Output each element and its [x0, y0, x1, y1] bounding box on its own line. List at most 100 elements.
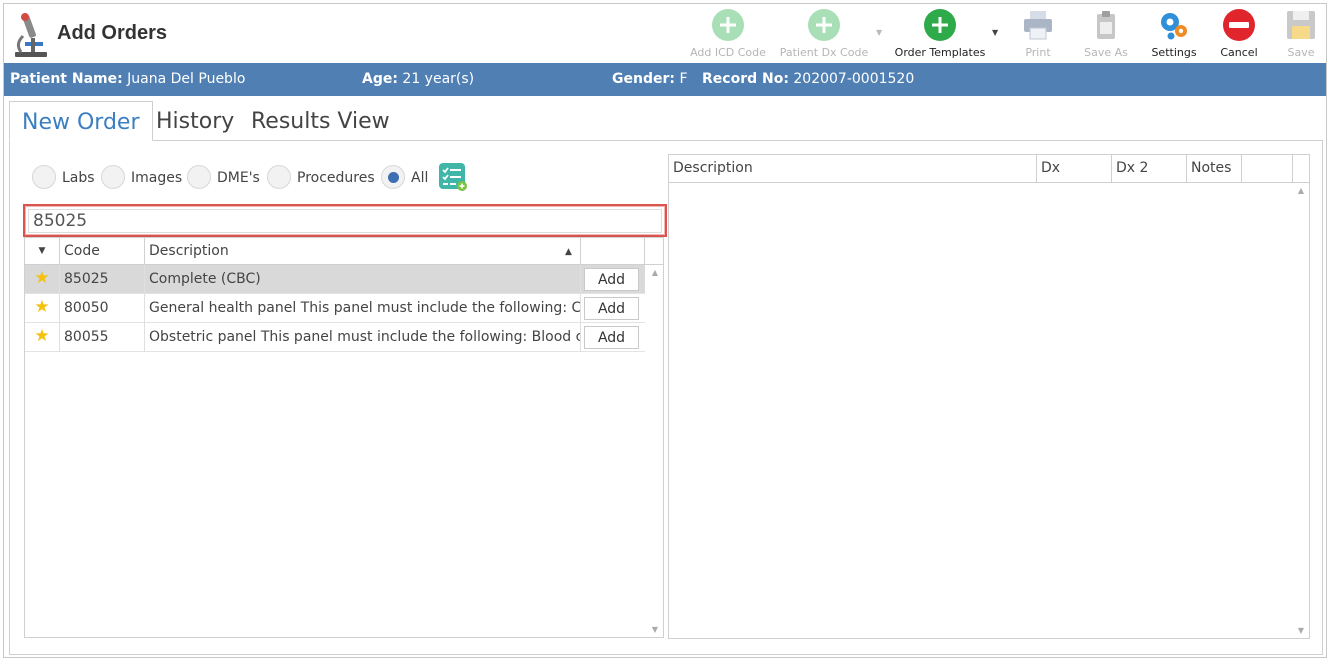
radio-images[interactable]: Images [101, 163, 183, 191]
radio-labs[interactable]: Labs [32, 163, 98, 191]
scroll-up-icon[interactable]: ▲ [1293, 186, 1309, 195]
search-input[interactable] [28, 209, 662, 233]
age-value: 21 year(s) [402, 71, 475, 87]
scroll-down-icon[interactable]: ▼ [1293, 626, 1309, 635]
toolbar: Add Orders Add ICD Code Patient Dx Code … [4, 4, 1326, 62]
vertical-scrollbar[interactable]: ▲ ▼ [1293, 183, 1309, 638]
row-action-cell: Add [581, 294, 645, 323]
column-header-description[interactable]: Description [669, 155, 1037, 183]
radio-dot [187, 165, 211, 189]
star-icon[interactable]: ★ [25, 323, 60, 352]
chevron-down-icon[interactable]: ▼ [992, 28, 998, 37]
patient-dx-code-button[interactable]: Patient Dx Code [779, 8, 869, 59]
radio-all[interactable]: All [381, 163, 441, 191]
column-header-notes[interactable]: Notes [1187, 155, 1242, 183]
row-description: General health panel This panel must inc… [145, 294, 581, 323]
column-header-dx2[interactable]: Dx 2 [1112, 155, 1187, 183]
microscope-icon [15, 13, 47, 57]
radio-dmes[interactable]: DME's [187, 163, 265, 191]
chevron-down-icon[interactable]: ▼ [25, 238, 60, 265]
star-icon[interactable]: ★ [25, 265, 60, 294]
row-description: Complete (CBC) [145, 265, 581, 294]
tab-results-view[interactable]: Results View [239, 101, 402, 141]
age-field: Age: 21 year(s) [362, 71, 474, 87]
clipboard-icon [1097, 11, 1115, 39]
patient-name-field: Patient Name: Juana Del Pueblo [10, 71, 245, 87]
patient-name-value: Juana Del Pueblo [127, 71, 246, 87]
plus-circle-icon [712, 9, 744, 41]
checklist-icon[interactable] [438, 162, 468, 192]
column-header-extra [1242, 155, 1293, 183]
search-box [23, 204, 667, 237]
radio-dot [381, 165, 405, 189]
table-row[interactable]: ★ 80055 Obstetric panel This panel must … [25, 323, 645, 352]
table-row[interactable]: ★ 85025 Complete (CBC) Add [25, 265, 645, 294]
order-templates-button[interactable]: Order Templates [892, 8, 988, 59]
vertical-scrollbar[interactable]: ▲ ▼ [647, 265, 663, 637]
gender-label: Gender: [612, 71, 675, 87]
save-button[interactable]: Save [1278, 8, 1324, 59]
add-icd-code-label: Add ICD Code [690, 46, 766, 59]
add-button[interactable]: Add [584, 297, 639, 320]
radio-dot [267, 165, 291, 189]
plus-circle-icon [808, 9, 840, 41]
gears-icon [1161, 13, 1187, 40]
row-code: 80055 [60, 323, 145, 352]
print-label: Print [1025, 46, 1051, 59]
add-button[interactable]: Add [584, 268, 639, 291]
settings-label: Settings [1151, 46, 1197, 59]
column-header-description[interactable]: Description [145, 238, 581, 265]
radio-dmes-label: DME's [217, 170, 260, 186]
printer-icon [1024, 11, 1052, 40]
record-value: 202007-0001520 [793, 71, 915, 87]
settings-button[interactable]: Settings [1148, 8, 1200, 59]
scroll-up-icon[interactable]: ▲ [647, 268, 663, 277]
radio-procedures-label: Procedures [297, 170, 375, 186]
page-title: Add Orders [57, 22, 168, 44]
radio-images-label: Images [131, 170, 183, 186]
order-templates-label: Order Templates [894, 46, 986, 59]
add-icd-code-button[interactable]: Add ICD Code [688, 8, 768, 59]
column-header-action [581, 238, 645, 265]
age-label: Age: [362, 71, 398, 87]
column-header-code[interactable]: Code [60, 238, 145, 265]
record-field: Record No: 202007-0001520 [702, 71, 914, 87]
save-as-label: Save As [1084, 46, 1128, 59]
radio-dot [32, 165, 56, 189]
sort-ascending-icon: ▲ [565, 247, 572, 257]
save-as-button[interactable]: Save As [1080, 8, 1132, 59]
radio-all-label: All [411, 170, 429, 186]
row-code: 85025 [60, 265, 145, 294]
add-button[interactable]: Add [584, 326, 639, 349]
minus-circle-icon [1223, 9, 1255, 41]
star-icon[interactable]: ★ [25, 294, 60, 323]
radio-procedures[interactable]: Procedures [267, 163, 377, 191]
save-label: Save [1287, 46, 1315, 59]
order-code-grid: ▼ Code Description ▲ ★ 85025 Complete (C… [24, 237, 664, 638]
patient-name-label: Patient Name: [10, 71, 123, 87]
grid-header: Description Dx Dx 2 Notes [669, 155, 1309, 183]
tab-new-order[interactable]: New Order [9, 101, 153, 141]
floppy-disk-icon [1287, 11, 1315, 39]
record-label: Record No: [702, 71, 789, 87]
grid-header: ▼ Code Description ▲ [25, 238, 663, 265]
column-header-dx[interactable]: Dx [1037, 155, 1112, 183]
cancel-button[interactable]: Cancel [1214, 8, 1264, 59]
print-button[interactable]: Print [1014, 8, 1062, 59]
row-action-cell: Add [581, 265, 645, 294]
gender-value: F [679, 71, 688, 87]
row-code: 80050 [60, 294, 145, 323]
scroll-down-icon[interactable]: ▼ [647, 625, 663, 634]
tab-history[interactable]: History [144, 101, 246, 141]
chevron-down-icon[interactable]: ▼ [876, 28, 882, 37]
cancel-label: Cancel [1220, 46, 1258, 59]
selected-orders-grid: Description Dx Dx 2 Notes ▲ ▼ [668, 154, 1310, 639]
gender-field: Gender: F [612, 71, 688, 87]
table-row[interactable]: ★ 80050 General health panel This panel … [25, 294, 645, 323]
patient-info-bar: Patient Name: Juana Del Pueblo Age: 21 y… [4, 63, 1326, 96]
radio-labs-label: Labs [62, 170, 95, 186]
row-action-cell: Add [581, 323, 645, 352]
row-description: Obstetric panel This panel must include … [145, 323, 581, 352]
plus-circle-icon [924, 9, 956, 41]
radio-dot [101, 165, 125, 189]
